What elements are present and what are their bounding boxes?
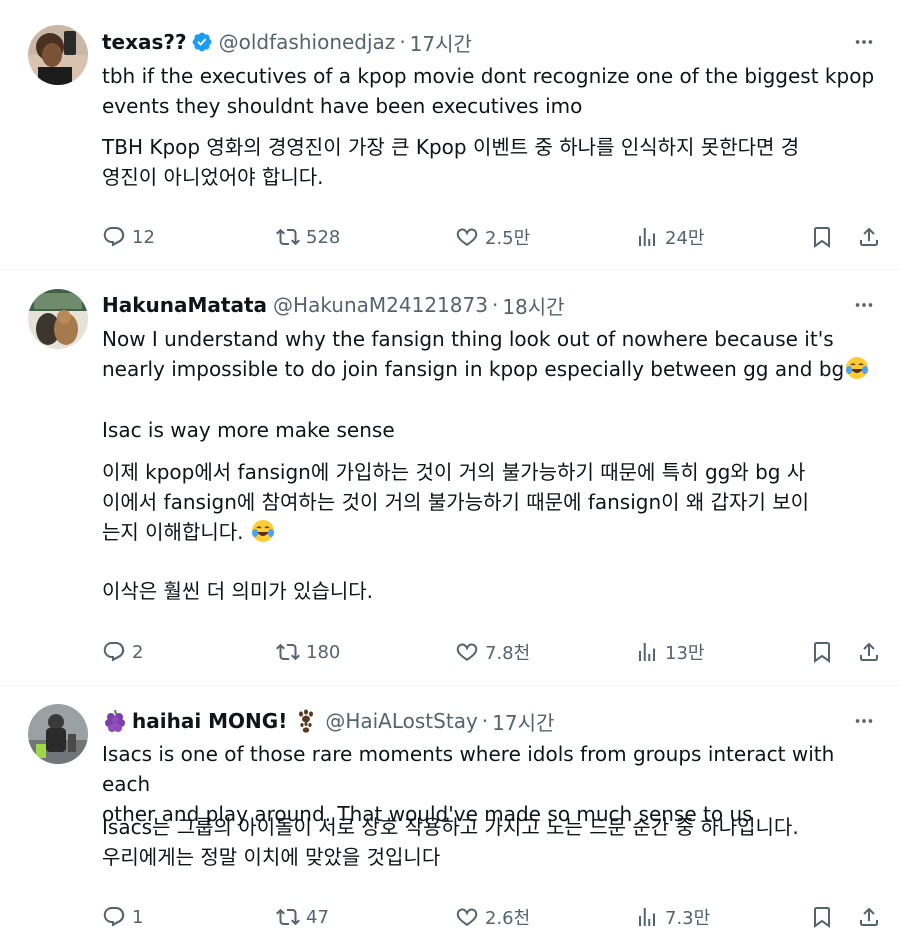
timestamp[interactable]: 18시간 bbox=[502, 291, 564, 320]
tweet-text-original-1-content: Now I understand why the fansign thing l… bbox=[102, 327, 845, 381]
tweet-text-original-1: Now I understand why the fansign thing l… bbox=[102, 324, 880, 384]
avatar-image bbox=[28, 704, 88, 764]
avatar[interactable] bbox=[28, 25, 88, 85]
retweet-count: 180 bbox=[306, 641, 341, 663]
views-button[interactable]: 13만 bbox=[635, 639, 704, 665]
views-count: 24만 bbox=[665, 228, 705, 249]
reply-count: 12 bbox=[132, 226, 155, 248]
tweet-2[interactable]: HakunaMatata @HakunaM24121873 · 18시간 Now… bbox=[0, 271, 900, 686]
share-button[interactable] bbox=[857, 905, 881, 929]
reply-icon bbox=[103, 227, 125, 247]
reply-button[interactable]: 1 bbox=[102, 905, 143, 929]
views-icon bbox=[639, 228, 655, 246]
tweet-text-original-2: Isac is way more make sense bbox=[102, 418, 395, 442]
share-button[interactable] bbox=[857, 640, 881, 664]
tweet-text-translated-1: 이제 kpop에서 fansign에 가입하는 것이 거의 불가능하기 때문에 … bbox=[102, 457, 880, 547]
action-bar: 1 47 2.6천 7.3만 bbox=[102, 902, 882, 932]
laughing-crying-emoji bbox=[846, 357, 869, 379]
share-icon bbox=[860, 227, 878, 246]
like-count: 7.8천 bbox=[485, 643, 531, 664]
views-button[interactable]: 24만 bbox=[635, 224, 704, 250]
avatar[interactable] bbox=[28, 704, 88, 764]
action-bar: 12 528 2.5만 24만 bbox=[102, 222, 882, 252]
action-bar: 2 180 7.8천 13만 bbox=[102, 637, 882, 667]
more-button[interactable] bbox=[850, 709, 878, 733]
retweet-icon bbox=[276, 228, 300, 246]
user-handle[interactable]: @HakunaM24121873 bbox=[273, 293, 488, 317]
user-handle[interactable]: @oldfashionedjaz bbox=[219, 30, 396, 54]
reply-count: 1 bbox=[132, 906, 144, 928]
display-name[interactable]: texas?? bbox=[102, 30, 187, 54]
share-icon bbox=[860, 907, 878, 926]
views-icon bbox=[639, 643, 655, 661]
heart-icon bbox=[456, 908, 478, 926]
laughing-crying-emoji bbox=[251, 520, 274, 542]
retweet-button[interactable]: 47 bbox=[276, 905, 329, 929]
tweet-text-translated-1-content: 이제 kpop에서 fansign에 가입하는 것이 거의 불가능하기 때문에 … bbox=[102, 460, 810, 544]
reply-icon bbox=[103, 907, 125, 927]
bookmark-button[interactable] bbox=[810, 225, 834, 249]
separator-dot: · bbox=[491, 293, 499, 317]
avatar-image bbox=[28, 289, 88, 349]
retweet-icon bbox=[276, 908, 300, 926]
timestamp[interactable]: 17시간 bbox=[492, 707, 554, 736]
share-icon bbox=[860, 642, 878, 661]
tweet-1[interactable]: texas?? @oldfashionedjaz · 17시간 tbh if t… bbox=[0, 0, 900, 270]
more-button[interactable] bbox=[850, 293, 878, 317]
like-button[interactable]: 2.6천 bbox=[455, 904, 530, 930]
tweet-text-original: tbh if the executives of a kpop movie do… bbox=[102, 64, 875, 118]
bookmark-icon bbox=[814, 227, 830, 248]
tweet-3[interactable]: haihai MONG! @HaiALostStay · 17시간 Isacs … bbox=[0, 687, 900, 944]
reply-button[interactable]: 2 bbox=[102, 640, 143, 664]
bookmark-button[interactable] bbox=[810, 640, 834, 664]
grapes-emoji bbox=[105, 709, 125, 732]
views-count: 13만 bbox=[665, 643, 705, 664]
share-button[interactable] bbox=[857, 225, 881, 249]
timestamp[interactable]: 17시간 bbox=[410, 28, 472, 57]
like-count: 2.5만 bbox=[485, 228, 531, 249]
more-icon bbox=[855, 303, 873, 307]
views-button[interactable]: 7.3만 bbox=[635, 904, 710, 930]
bookmark-icon bbox=[814, 907, 830, 928]
display-name[interactable]: haihai MONG! bbox=[132, 709, 287, 733]
paw-prints-emoji bbox=[299, 709, 314, 733]
like-count: 2.6천 bbox=[485, 908, 531, 929]
tweet-text-translated-2: 이삭은 훨씬 더 의미가 있습니다. bbox=[102, 579, 373, 603]
tweet-header: haihai MONG! @HaiALostStay · 17시간 bbox=[102, 706, 840, 736]
reply-count: 2 bbox=[132, 641, 144, 663]
user-handle[interactable]: @HaiALostStay bbox=[325, 709, 477, 733]
more-button[interactable] bbox=[850, 30, 878, 54]
verified-badge-icon bbox=[192, 32, 212, 52]
separator-dot: · bbox=[481, 709, 489, 733]
tweet-text-translated: TBH Kpop 영화의 경영진이 가장 큰 Kpop 이벤트 중 하나를 인식… bbox=[102, 135, 800, 189]
views-icon bbox=[639, 908, 655, 926]
retweet-button[interactable]: 528 bbox=[276, 225, 340, 249]
reply-icon bbox=[103, 642, 125, 662]
bookmark-button[interactable] bbox=[810, 905, 834, 929]
heart-icon bbox=[456, 228, 478, 246]
more-icon bbox=[855, 40, 873, 44]
like-button[interactable]: 2.5만 bbox=[455, 224, 530, 250]
retweet-icon bbox=[276, 643, 300, 661]
more-icon bbox=[855, 719, 873, 723]
avatar[interactable] bbox=[28, 289, 88, 349]
separator-dot: · bbox=[399, 30, 406, 54]
avatar-image bbox=[28, 25, 88, 85]
like-button[interactable]: 7.8천 bbox=[455, 639, 530, 665]
bookmark-icon bbox=[814, 642, 830, 663]
tweet-header: texas?? @oldfashionedjaz · 17시간 bbox=[102, 27, 840, 57]
retweet-count: 528 bbox=[306, 226, 341, 248]
tweet-text-translated: Isacs는 그룹의 아이돌이 서로 상호 작용하고 가지고 노는 드문 순간 … bbox=[102, 815, 799, 869]
reply-button[interactable]: 12 bbox=[102, 225, 155, 249]
retweet-button[interactable]: 180 bbox=[276, 640, 340, 664]
views-count: 7.3만 bbox=[665, 908, 711, 929]
heart-icon bbox=[456, 643, 478, 661]
retweet-count: 47 bbox=[306, 906, 329, 928]
tweet-header: HakunaMatata @HakunaM24121873 · 18시간 bbox=[102, 290, 840, 320]
display-name[interactable]: HakunaMatata bbox=[102, 293, 267, 317]
